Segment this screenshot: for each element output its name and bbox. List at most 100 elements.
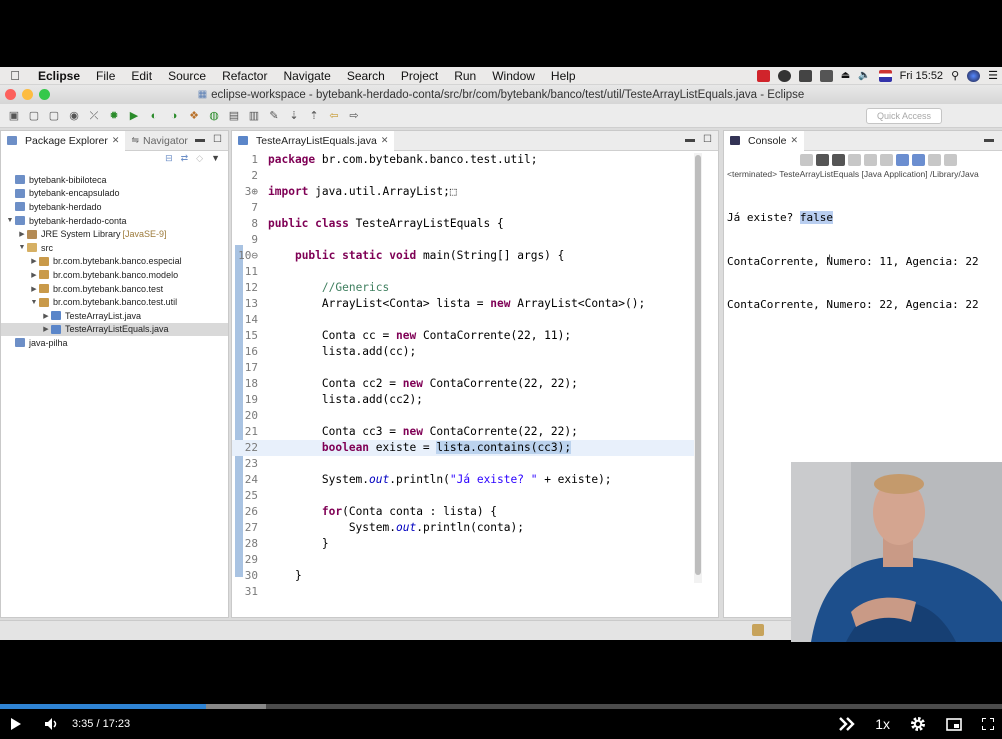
tree-item[interactable]: bytebank-encapsulado: [1, 187, 228, 201]
menu-file[interactable]: File: [88, 69, 123, 83]
menu-source[interactable]: Source: [160, 69, 214, 83]
editor-scrollbar[interactable]: [694, 153, 702, 583]
maximize-icon[interactable]: ☐: [213, 134, 222, 145]
view-menu-icon[interactable]: ▼: [211, 153, 220, 164]
code-line[interactable]: 27 System.out.println(conta);: [232, 520, 694, 536]
background-tasks-icon[interactable]: [752, 624, 764, 636]
expanded-arrow-icon[interactable]: ▼: [5, 217, 15, 224]
volume-icon[interactable]: 🔈: [858, 70, 870, 81]
collapsed-arrow-icon[interactable]: ▶: [41, 312, 51, 320]
search-tool-icon[interactable]: ✎: [267, 109, 281, 123]
external-tools-icon[interactable]: ◑: [167, 109, 181, 123]
close-icon[interactable]: ✕: [112, 135, 120, 146]
code-line[interactable]: 14: [232, 312, 694, 328]
collapsed-arrow-icon[interactable]: ▶: [17, 230, 27, 238]
focus-task-icon[interactable]: ◇: [196, 153, 203, 164]
tree-item[interactable]: java-pilha: [1, 336, 228, 350]
debug-icon[interactable]: ◉: [67, 109, 81, 123]
minimize-icon[interactable]: ▬: [984, 134, 994, 145]
minimize-icon[interactable]: ▬: [195, 134, 205, 145]
code-line[interactable]: 9: [232, 232, 694, 248]
eject-icon[interactable]: ⏏: [841, 70, 850, 81]
code-line[interactable]: 25: [232, 488, 694, 504]
tree-item[interactable]: ▶ br.com.bytebank.banco.modelo: [1, 268, 228, 282]
code-line[interactable]: 31: [232, 584, 694, 600]
close-icon[interactable]: ✕: [791, 135, 799, 146]
save-icon[interactable]: ▢: [27, 109, 41, 123]
console-output[interactable]: Já existe? false ContaCorrente, Numero: …: [724, 182, 1002, 342]
code-line[interactable]: 16 lista.add(cc);: [232, 344, 694, 360]
remove-launch-icon[interactable]: [816, 154, 829, 166]
code-area[interactable]: 1 package br.com.bytebank.banco.test.util…: [232, 152, 694, 607]
selected-output[interactable]: false: [799, 211, 833, 224]
expanded-arrow-icon[interactable]: ▼: [17, 244, 27, 251]
menu-app-name[interactable]: Eclipse: [30, 69, 88, 83]
new-icon[interactable]: ▣: [7, 109, 21, 123]
tree-item[interactable]: bytebank-herdado: [1, 200, 228, 214]
status-app-icon[interactable]: [798, 69, 812, 82]
tree-item[interactable]: ▼ bytebank-herdado-conta: [1, 214, 228, 228]
next-annotation-icon[interactable]: ⇣: [287, 109, 301, 123]
scroll-lock-icon[interactable]: [848, 154, 861, 166]
settings-button[interactable]: [910, 716, 926, 732]
code-line[interactable]: 11: [232, 264, 694, 280]
code-line[interactable]: 10⊖ public static void main(String[] arg…: [232, 248, 694, 264]
open-type-icon[interactable]: ▤: [227, 109, 241, 123]
code-line[interactable]: 26 for(Conta conta : lista) {: [232, 504, 694, 520]
terminate-icon[interactable]: [800, 154, 813, 166]
spotlight-search-icon[interactable]: ⚲: [951, 69, 959, 82]
menu-project[interactable]: Project: [393, 69, 446, 83]
word-wrap-icon[interactable]: [864, 154, 877, 166]
minimize-icon[interactable]: ▬: [685, 134, 695, 145]
tree-item[interactable]: ▶ JRE System Library [JavaSE-9]: [1, 227, 228, 241]
code-line[interactable]: 15 Conta cc = new ContaCorrente(22, 11);: [232, 328, 694, 344]
open-task-icon[interactable]: ▥: [247, 109, 261, 123]
show-stdout-icon[interactable]: [880, 154, 893, 166]
code-line[interactable]: 3⊕ import java.util.ArrayList;⬚: [232, 184, 694, 200]
coverage-icon[interactable]: ◐: [147, 109, 161, 123]
flag-icon[interactable]: [878, 69, 892, 82]
menu-search[interactable]: Search: [339, 69, 393, 83]
code-line[interactable]: 19 lista.add(cc2);: [232, 392, 694, 408]
code-line[interactable]: 18 Conta cc2 = new ContaCorrente(22, 22)…: [232, 376, 694, 392]
editor-scrollbar-thumb[interactable]: [695, 155, 701, 575]
code-line[interactable]: 30 }: [232, 568, 694, 584]
minimize-window-icon[interactable]: [22, 89, 33, 100]
skip-breakpoints-icon[interactable]: ⤫: [87, 109, 101, 123]
zoom-window-icon[interactable]: [39, 89, 50, 100]
back-icon[interactable]: ⇦: [327, 109, 341, 123]
record-icon[interactable]: [756, 69, 770, 82]
tab-console[interactable]: Console ✕: [724, 130, 805, 151]
playback-speed-button[interactable]: 1x: [875, 716, 890, 732]
menu-help[interactable]: Help: [543, 69, 584, 83]
tree-item[interactable]: ▶ TesteArrayListEquals.java: [1, 322, 228, 337]
new-class-icon[interactable]: ◍: [207, 109, 221, 123]
code-line[interactable]: 24 System.out.println("Já existe? " + ex…: [232, 472, 694, 488]
menu-refactor[interactable]: Refactor: [214, 69, 275, 83]
quick-access-field[interactable]: Quick Access: [866, 107, 942, 124]
save-all-icon[interactable]: ▢: [47, 109, 61, 123]
maximize-icon[interactable]: ☐: [703, 134, 712, 145]
code-line[interactable]: 20: [232, 408, 694, 424]
previous-annotation-icon[interactable]: ⇡: [307, 109, 321, 123]
display-console-icon[interactable]: [928, 154, 941, 166]
collapsed-arrow-icon[interactable]: ▶: [29, 257, 39, 265]
menu-navigate[interactable]: Navigate: [275, 69, 338, 83]
collapsed-arrow-icon[interactable]: ▶: [29, 271, 39, 279]
tab-navigator[interactable]: ⇋ Navigator: [125, 131, 194, 151]
tree-item[interactable]: ▶ br.com.bytebank.banco.test: [1, 282, 228, 296]
collapse-all-icon[interactable]: ⊟: [165, 153, 173, 164]
remove-all-terminated-icon[interactable]: [832, 154, 845, 166]
camera-icon[interactable]: [777, 69, 791, 82]
code-line[interactable]: 17: [232, 360, 694, 376]
menu-window[interactable]: Window: [484, 69, 543, 83]
close-icon[interactable]: ✕: [381, 135, 389, 146]
fullscreen-button[interactable]: [982, 718, 994, 730]
run-icon[interactable]: ▶: [127, 109, 141, 123]
forward-icon[interactable]: ⇨: [347, 109, 361, 123]
open-console-icon[interactable]: [944, 154, 957, 166]
skip-forward-button[interactable]: [839, 717, 855, 731]
show-stderr-icon[interactable]: [896, 154, 909, 166]
play-button[interactable]: [10, 717, 22, 731]
code-line[interactable]: 28 }: [232, 536, 694, 552]
